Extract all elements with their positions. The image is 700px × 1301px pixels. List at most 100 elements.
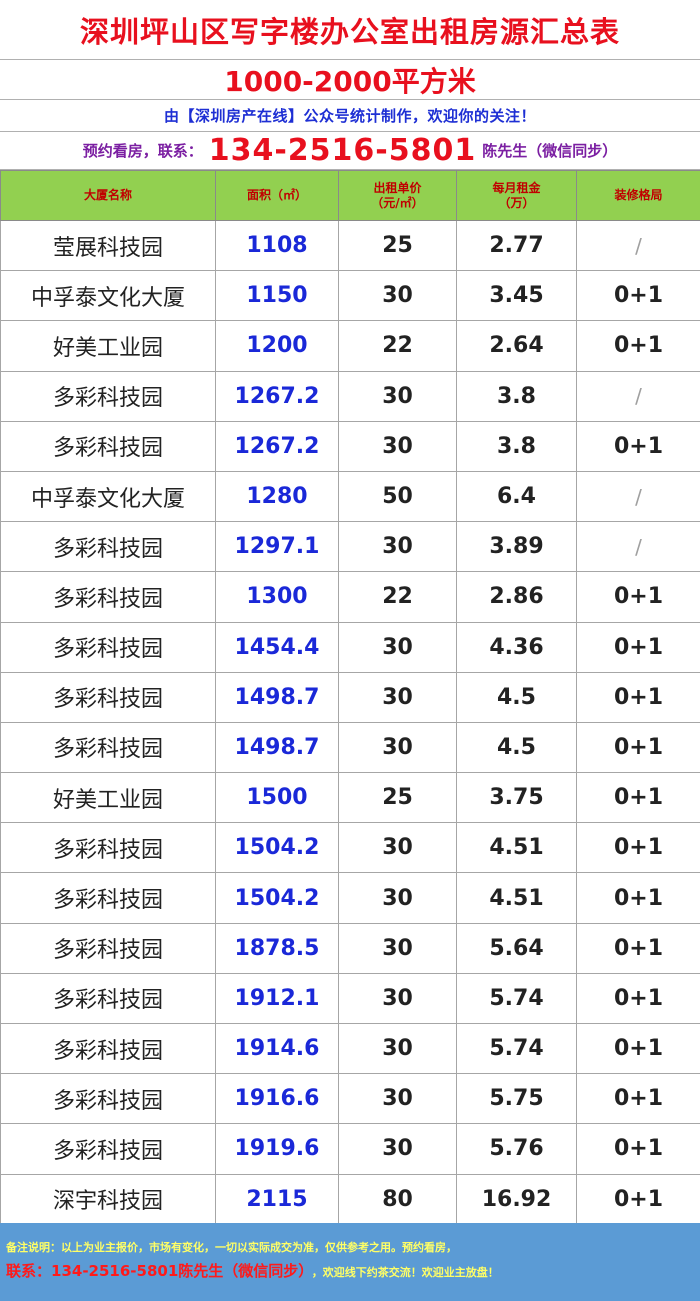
area-cell: 1280 [215, 470, 339, 523]
area-cell: 1200 [215, 320, 339, 372]
building-name-cell: 多彩科技园 [0, 370, 216, 422]
layout-cell: 0+1 [576, 922, 700, 974]
area-cell: 1150 [215, 270, 339, 322]
page-subtitle: 1000-2000平方米 [224, 64, 476, 98]
monthly-rent-cell: 2.77 [456, 219, 577, 272]
column-header-label: 装修格局 [614, 188, 663, 203]
unit-price-cell: 30 [338, 1073, 457, 1125]
table-row: 好美工业园 1500 25 3.75 0+1 [0, 772, 700, 824]
monthly-rent-cell: 5.76 [456, 1123, 577, 1175]
layout-cell: 0+1 [576, 822, 700, 874]
layout-cell: 0+1 [576, 1073, 700, 1125]
unit-price-cell: 30 [338, 872, 457, 924]
table-row: 多彩科技园 1454.4 30 4.36 0+1 [0, 621, 700, 673]
building-name-cell: 莹展科技园 [0, 219, 216, 272]
building-name-cell: 好美工业园 [0, 772, 216, 824]
area-cell: 1498.7 [215, 721, 339, 774]
layout-cell: 0+1 [576, 1123, 700, 1175]
contact-row: 预约看房，联系： 134-2516-5801 陈先生（微信同步） [0, 132, 700, 170]
monthly-rent-cell: 3.8 [456, 370, 577, 422]
contact-prefix: 预约看房，联系： [82, 142, 203, 160]
layout-cell: 0+1 [576, 872, 700, 924]
title-row: 深圳坪山区写字楼办公室出租房源汇总表 [0, 0, 700, 60]
table-row: 好美工业园 1200 22 2.64 0+1 [0, 320, 700, 372]
building-name-cell: 多彩科技园 [0, 721, 216, 774]
layout-cell: 0+1 [576, 772, 700, 824]
table-row: 中孚泰文化大厦 1150 30 3.45 0+1 [0, 270, 700, 322]
area-cell: 1300 [215, 571, 339, 623]
unit-price-cell: 25 [338, 219, 457, 272]
area-cell: 1498.7 [215, 671, 339, 723]
column-header-label: 出租单价 [373, 181, 422, 196]
monthly-rent-cell: 4.36 [456, 621, 577, 673]
unit-price-cell: 30 [338, 822, 457, 874]
monthly-rent-cell: 16.92 [456, 1173, 577, 1225]
layout-cell: 0+1 [576, 972, 700, 1025]
monthly-rent-cell: 5.74 [456, 1022, 577, 1075]
area-cell: 1916.6 [215, 1073, 339, 1125]
area-cell: 1504.2 [215, 822, 339, 874]
table-row: 多彩科技园 1267.2 30 3.8/ [0, 370, 700, 422]
unit-price-cell: 30 [338, 370, 457, 422]
building-name-cell: 多彩科技园 [0, 922, 216, 974]
unit-price-cell: 30 [338, 922, 457, 974]
table-row: 多彩科技园 1504.2 30 4.51 0+1 [0, 872, 700, 924]
layout-cell: 0+1 [576, 270, 700, 322]
table-row: 多彩科技园 1504.2 30 4.51 0+1 [0, 822, 700, 874]
unit-price-cell: 50 [338, 470, 457, 523]
column-header-rent: 每月租金 （万） [456, 170, 577, 221]
building-name-cell: 多彩科技园 [0, 1022, 216, 1075]
column-header-label: 大厦名称 [83, 188, 132, 203]
area-cell: 1504.2 [215, 872, 339, 924]
listings-table: 大厦名称 面积（㎡） 出租单价 （元/㎡） 每月租金 （万） 装修格局 莹展科技… [0, 170, 700, 1225]
unit-price-cell: 30 [338, 671, 457, 723]
monthly-rent-cell: 3.75 [456, 772, 577, 824]
unit-price-cell: 30 [338, 721, 457, 774]
monthly-rent-cell: 2.86 [456, 571, 577, 623]
contact-phone: 134-2516-5801 [208, 133, 477, 168]
footer-note: 备注说明：以上为业主报价，市场有变化，一切以实际成交为准，仅供参考之用。预约看房… [0, 1223, 700, 1301]
column-header-area: 面积（㎡） [215, 170, 339, 221]
area-cell: 1267.2 [215, 370, 339, 422]
unit-price-cell: 80 [338, 1173, 457, 1225]
area-cell: 1297.1 [215, 521, 339, 573]
building-name-cell: 好美工业园 [0, 320, 216, 372]
table-row: 多彩科技园 1878.5 30 5.64 0+1 [0, 922, 700, 974]
unit-price-cell: 22 [338, 571, 457, 623]
column-header-unit: （元/㎡） [371, 195, 424, 210]
building-name-cell: 多彩科技园 [0, 822, 216, 874]
table-row: 多彩科技园 1916.6 30 5.75 0+1 [0, 1073, 700, 1125]
layout-cell: / [576, 521, 700, 573]
monthly-rent-cell: 2.64 [456, 320, 577, 372]
monthly-rent-cell: 4.5 [456, 721, 577, 774]
layout-cell: 0+1 [576, 320, 700, 372]
layout-cell: / [576, 219, 700, 272]
column-header-layout: 装修格局 [576, 170, 700, 221]
layout-cell: 0+1 [576, 621, 700, 673]
building-name-cell: 多彩科技园 [0, 521, 216, 573]
building-name-cell: 多彩科技园 [0, 1073, 216, 1125]
area-cell: 1912.1 [215, 972, 339, 1025]
area-cell: 1267.2 [215, 420, 339, 472]
layout-cell: 0+1 [576, 1173, 700, 1225]
table-row: 多彩科技园 1912.1 30 5.74 0+1 [0, 972, 700, 1025]
building-name-cell: 多彩科技园 [0, 872, 216, 924]
building-name-cell: 多彩科技园 [0, 621, 216, 673]
subtitle-row: 1000-2000平方米 [0, 60, 700, 100]
area-cell: 1454.4 [215, 621, 339, 673]
area-cell: 1878.5 [215, 922, 339, 974]
monthly-rent-cell: 5.75 [456, 1073, 577, 1125]
table-body: 莹展科技园 1108 25 2.77/中孚泰文化大厦 1150 30 3.45 0+1 好美工业… [0, 219, 700, 1225]
monthly-rent-cell: 5.64 [456, 922, 577, 974]
building-name-cell: 中孚泰文化大厦 [0, 470, 216, 523]
monthly-rent-cell: 3.45 [456, 270, 577, 322]
footer-disclaimer: 备注说明：以上为业主报价，市场有变化，一切以实际成交为准，仅供参考之用。预约看房… [6, 1241, 457, 1254]
unit-price-cell: 30 [338, 1022, 457, 1075]
table-row: 深宇科技园 2115 80 16.92 0+1 [0, 1173, 700, 1225]
table-row: 多彩科技园 1919.6 30 5.76 0+1 [0, 1123, 700, 1175]
unit-price-cell: 30 [338, 521, 457, 573]
credit-row: 由【深圳房产在线】公众号统计制作，欢迎你的关注！ [0, 100, 700, 132]
unit-price-cell: 30 [338, 621, 457, 673]
unit-price-cell: 30 [338, 270, 457, 322]
credit-text: 由【深圳房产在线】公众号统计制作，欢迎你的关注！ [163, 107, 536, 125]
